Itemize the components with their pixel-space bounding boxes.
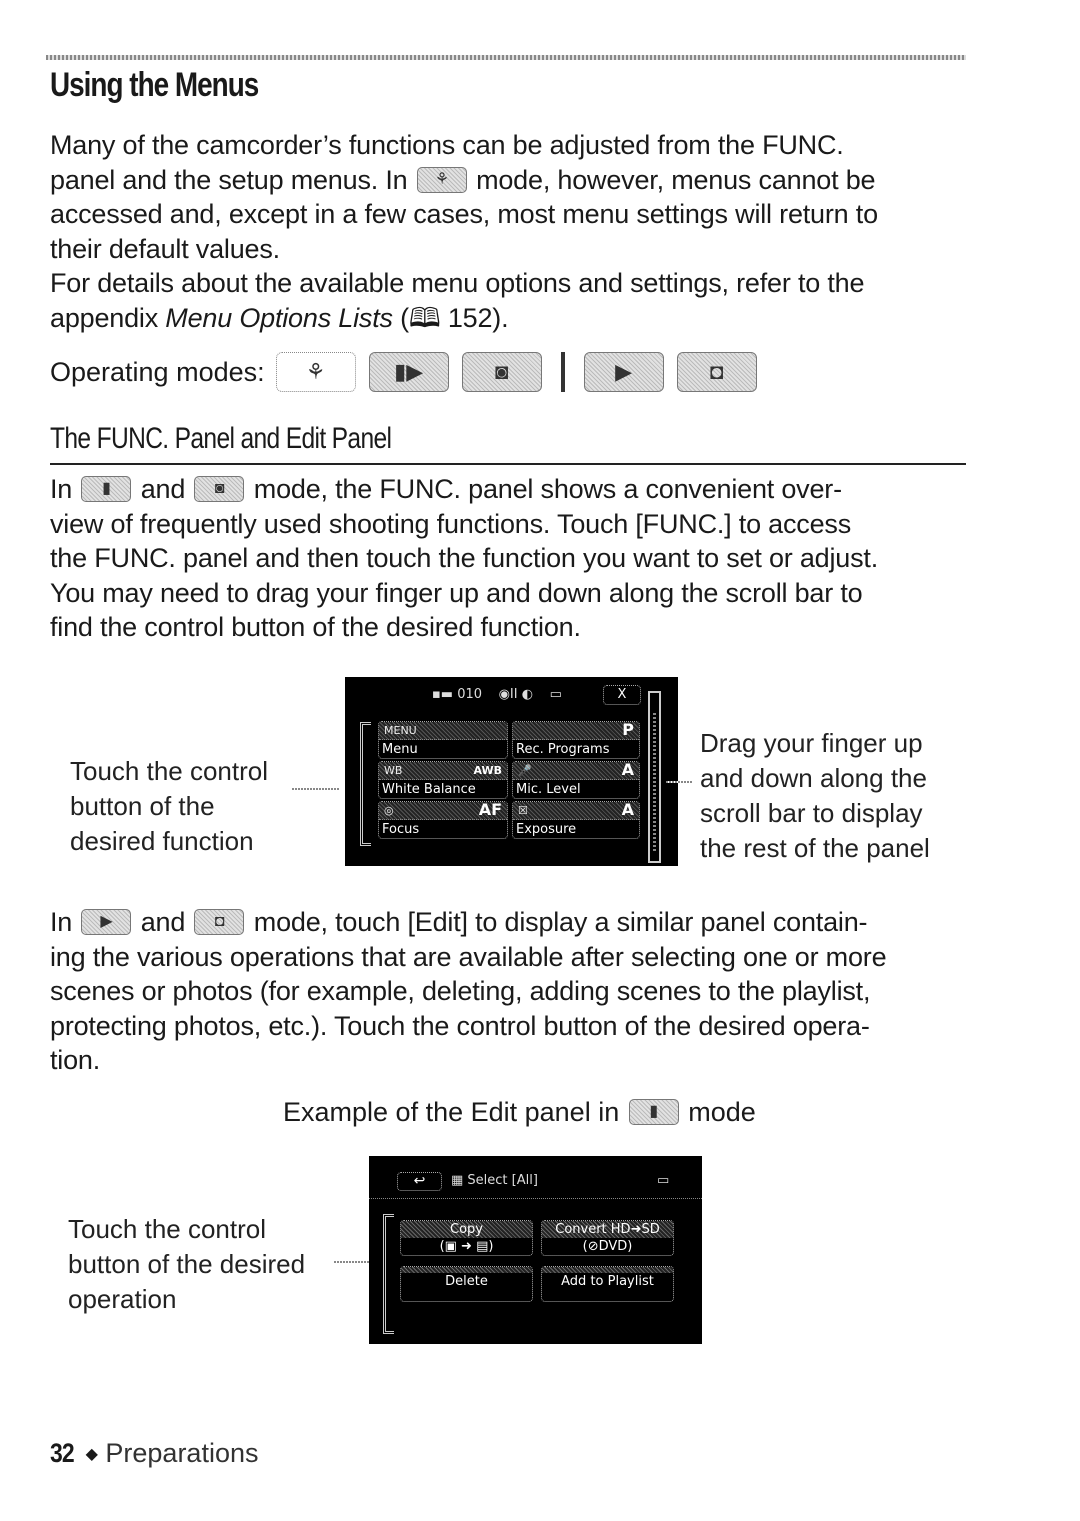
menu-button[interactable]: MENU Menu [378, 721, 508, 759]
photo-record-icon: ◙ [461, 352, 542, 392]
select-all-label[interactable]: Select [All] [467, 1173, 538, 1188]
section-name: Preparations [105, 1438, 259, 1468]
intro-line: appendix Menu Options Lists (🕮 152). [50, 302, 509, 333]
mic-level-button[interactable]: 🎤 A Mic. Level [512, 761, 640, 799]
divider [369, 1198, 702, 1199]
intro-line: For details about the available menu opt… [50, 268, 865, 298]
battery-icon: ▭ [657, 1173, 670, 1188]
back-button[interactable]: ↩ [397, 1172, 442, 1191]
mode-separator [560, 352, 565, 392]
leader-line [292, 788, 340, 790]
operating-modes: Operating modes: ⚘ ▮▶ ◙ ▶ ◘ [50, 352, 759, 392]
auto-mode-icon: ⚘ [275, 352, 356, 392]
book-icon: 🕮 [408, 302, 441, 333]
func-caption-left: Touch the control button of the desired … [70, 756, 269, 856]
example-caption: Example of the Edit panel in ▮ mode [283, 1097, 756, 1127]
section-heading: The FUNC. Panel and Edit Panel [50, 422, 392, 455]
intro-line: Many of the camcorder’s functions can be… [50, 130, 844, 160]
section-rule [50, 463, 966, 465]
close-button[interactable]: X [603, 685, 641, 705]
movie-playback-icon: ▮ [628, 1099, 679, 1125]
rec-programs-button[interactable]: P Rec. Programs [512, 721, 640, 759]
edit-paragraph: In ▶ and ◘ mode, touch [Edit] to display… [50, 907, 887, 1075]
exposure-button[interactable]: ☒ A Exposure [512, 801, 640, 839]
scroll-thumb[interactable] [653, 713, 656, 853]
button-bracket [360, 722, 371, 846]
intro-line: accessed and, except in a few cases, mos… [50, 199, 878, 229]
leader-line [666, 781, 692, 783]
page-title: Using the Menus [50, 66, 259, 104]
white-balance-button[interactable]: WB AWB White Balance [378, 761, 508, 799]
photo-record-icon: ◙ [194, 476, 245, 502]
top-rule [46, 55, 966, 60]
func-paragraph: In ▮ and ◙ mode, the FUNC. panel shows a… [50, 474, 879, 642]
movie-record-icon: ▮ [81, 476, 132, 502]
scroll-bar[interactable] [648, 691, 661, 863]
add-to-playlist-button[interactable]: Add to Playlist [541, 1266, 674, 1302]
func-caption-right: Drag your finger up and down along the s… [700, 728, 930, 863]
photo-playback-icon: ◘ [676, 352, 757, 392]
movie-record-icon: ▮▶ [368, 352, 449, 392]
auto-mode-icon: ⚘ [416, 166, 467, 193]
copy-button[interactable]: Copy (▣ ➜ ▤) [400, 1220, 533, 1256]
edit-panel-screenshot: ↩ ▦ Select [All] ▭ Copy (▣ ➜ ▤) Convert … [369, 1156, 702, 1344]
page-number: 32 [50, 1438, 75, 1468]
movie-playback-icon: ▶ [583, 352, 664, 392]
intro-paragraph: Many of the camcorder’s functions can be… [50, 128, 980, 335]
convert-button[interactable]: Convert HD➜SD (⊘DVD) [541, 1220, 674, 1256]
appendix-link[interactable]: Menu Options Lists [165, 303, 393, 333]
status-bar: ▪▬ 010 ◉II ◐ ▭ [432, 687, 562, 702]
intro-line: panel and the setup menus. In ⚘ mode, ho… [50, 164, 876, 195]
edit-caption-left: Touch the control button of the desired … [68, 1214, 306, 1314]
button-bracket [383, 1214, 394, 1334]
photo-playback-icon: ◘ [194, 909, 245, 935]
focus-button[interactable]: ◎ AF Focus [378, 801, 508, 839]
intro-line: their default values. [50, 233, 280, 264]
page-footer: 32 ◆ Preparations [50, 1438, 258, 1469]
operating-modes-label: Operating modes: [50, 356, 265, 387]
movie-playback-icon: ▶ [81, 909, 132, 935]
func-panel-screenshot: ▪▬ 010 ◉II ◐ ▭ X MENU Menu P Rec. Progra… [345, 677, 678, 866]
delete-button[interactable]: Delete [400, 1266, 533, 1302]
bullet-icon: ◆ [85, 1446, 98, 1463]
select-icon: ▦ [451, 1173, 468, 1188]
